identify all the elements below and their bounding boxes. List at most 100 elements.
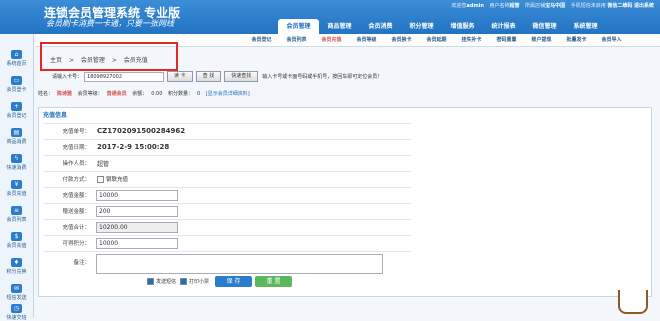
sidebar-item-register[interactable]: + 会员登记	[0, 102, 33, 119]
username: admin	[466, 3, 484, 9]
sidebar-item-card[interactable]: ▭ 会员登卡	[0, 76, 33, 93]
balance-label: 余额：	[132, 91, 148, 97]
amount-input[interactable]: 10000	[96, 190, 178, 201]
scan-hint: 输入卡号或卡面号码或手机号，按回车即可定位会员！	[262, 74, 383, 80]
nav-reports[interactable]: 统计报表	[483, 19, 524, 34]
store-label: 所属店铺	[525, 3, 546, 9]
note-textarea[interactable]	[96, 254, 383, 274]
lightning-icon: ϟ	[11, 154, 22, 163]
subnav-change-card[interactable]: 会员换卡	[384, 34, 419, 46]
member-name: 陈诗雅	[57, 91, 73, 97]
subnav-register[interactable]: 会员登记	[244, 34, 279, 46]
form-row-note: 备注：	[43, 251, 411, 276]
subnav-batch-issue[interactable]: 批量发卡	[559, 34, 594, 46]
nav-value-added[interactable]: 增值服务	[442, 19, 483, 34]
form-row-order: 充值单号： CZ1702091500284962	[43, 123, 411, 139]
user-role: 超管	[509, 3, 520, 9]
recharge-panel: 充值信息 充值单号： CZ1702091500284962 充值日期： 2017…	[38, 107, 652, 297]
subnav-withdraw[interactable]: 账户提现	[524, 34, 559, 46]
nav-system[interactable]: 系统管理	[565, 19, 606, 34]
sidebar-item-home[interactable]: ⌂ 系统首页	[0, 50, 33, 67]
reset-button[interactable]: 重 置	[255, 276, 293, 287]
nav-wechat[interactable]: 微信管理	[524, 19, 565, 34]
points-input[interactable]: 10000	[96, 238, 178, 249]
payment-label: 付款方式：	[62, 177, 90, 183]
payment-checkbox[interactable]	[97, 176, 104, 183]
points-earn-label: 可得积分：	[62, 241, 90, 247]
sidebar-item-goods-consume[interactable]: ▤ 商品消费	[0, 128, 33, 145]
total-input: 10200.00	[96, 222, 178, 233]
clock-icon: ◷	[11, 304, 22, 313]
quick-search-button[interactable]: 快速查找	[224, 71, 259, 82]
nav-points[interactable]: 积分管理	[401, 19, 442, 34]
logout-link[interactable]: 退出系统	[634, 3, 654, 9]
read-card-button[interactable]: 读 卡	[167, 71, 193, 82]
member-detail-link[interactable]: [显示会员详细资料]	[206, 91, 250, 97]
sms-checkbox[interactable]	[147, 278, 154, 285]
panel-title: 充值信息	[43, 112, 68, 119]
card-number-input[interactable]: 18098927002	[84, 71, 165, 82]
card-icon: ▭	[11, 76, 22, 85]
wechat-qr-link[interactable]: 微信二维码	[607, 3, 632, 9]
form-row-operator: 操作人员： 超管	[43, 155, 411, 171]
member-points: 0	[197, 91, 201, 97]
subnav-extend[interactable]: 会员延期	[419, 34, 454, 46]
app-slogan: 会员刷卡消费一卡通，只要一张网线	[46, 19, 174, 28]
sidebar-item-recharge[interactable]: ¥ 会员充值	[0, 180, 33, 197]
sidebar-item-quick-consume[interactable]: ϟ 快速消费	[0, 154, 33, 171]
form-row-gift: 赠送金额： 200	[43, 203, 411, 219]
sidebar-item-recharge-2[interactable]: $ 会员充值	[0, 232, 33, 249]
card-number-label: 请输入卡号：	[52, 74, 83, 80]
form-row-date: 充值日期： 2017-2-9 15:00:28	[43, 139, 411, 155]
member-info-row: 姓名： 陈诗雅 会员等级： 普通会员 余额： 0.00 积分数量： 0 [显示会员详细资…	[38, 90, 254, 97]
form-actions: 发送短信 打印小票 保 存 重 置	[147, 276, 293, 287]
operator-name: 超管	[97, 161, 110, 168]
coffee-cup-icon	[618, 290, 648, 314]
user-add-icon: +	[11, 102, 22, 111]
cart-icon: ▤	[11, 128, 22, 137]
save-button[interactable]: 保 存	[215, 276, 253, 287]
sms-status: 手机短信未启用	[570, 3, 606, 9]
sidebar: ⌂ 系统首页 ▭ 会员登卡 + 会员登记 ▤ 商品消费 ϟ 快速消费 ¥ 会员充值 ≡ 会员列…	[0, 34, 34, 321]
nav-consume[interactable]: 会员消费	[360, 19, 401, 34]
sms-check-label: 发送短信	[156, 279, 177, 285]
form-row-total: 充值合计： 10200.00	[43, 219, 411, 235]
breadcrumb-highlight-box	[40, 42, 178, 71]
gift-input[interactable]: 200	[96, 206, 178, 217]
home-icon: ⌂	[11, 50, 22, 59]
recharge-date: 2017-2-9 15:00:28	[97, 143, 170, 151]
card-scan-row: 请输入卡号： 18098927002 读 卡 查 找 快速查找 输入卡号或卡面号…	[52, 71, 382, 82]
form-row-amount: 充值金额： 10000	[43, 187, 411, 203]
subnav-list[interactable]: 会员列表	[279, 34, 314, 46]
user-role-label: 用户名称	[489, 3, 510, 9]
subnav-import[interactable]: 会员导入	[594, 34, 629, 46]
print-checkbox[interactable]	[180, 278, 188, 285]
subnav-level[interactable]: 会员等级	[349, 34, 384, 46]
nav-member[interactable]: 会员管理	[278, 19, 319, 34]
points-label: 积分数量：	[168, 91, 194, 97]
sidebar-item-shift[interactable]: ◷ 快速交班	[0, 304, 33, 321]
total-label: 充值合计：	[62, 225, 90, 231]
sidebar-item-member-list[interactable]: ≡ 会员列表	[0, 206, 33, 223]
main-nav: 会员管理 商品管理 会员消费 积分管理 增值服务 统计报表 微信管理 系统管理	[278, 19, 606, 34]
nav-goods[interactable]: 商品管理	[319, 19, 360, 34]
top-info-bar: 欢迎您admin 用户名称超管 所属店铺宝马中国 手机短信未启用 微信二维码 退…	[447, 2, 654, 9]
list-icon: ≡	[11, 206, 22, 215]
date-label: 充值日期：	[62, 145, 90, 151]
welcome-text: 欢迎您	[451, 3, 467, 9]
payment-option[interactable]: 银联充值	[97, 175, 128, 183]
form-row-points: 可得积分： 10000	[43, 235, 411, 251]
coin-icon: $	[11, 232, 22, 241]
sms-icon: ✉	[11, 284, 22, 293]
amount-label: 充值金额：	[62, 193, 90, 199]
sidebar-item-points-exchange[interactable]: ♦ 积分兑换	[0, 258, 33, 275]
subnav-report-loss[interactable]: 挂失补卡	[454, 34, 489, 46]
subnav-recharge[interactable]: 会员充值	[314, 34, 349, 46]
sidebar-item-sms[interactable]: ✉ 短信发送	[0, 284, 33, 301]
subnav-reset-password[interactable]: 密码重置	[489, 34, 524, 46]
order-label: 充值单号：	[62, 129, 90, 135]
search-button[interactable]: 查 找	[195, 71, 222, 82]
gift-icon: ♦	[11, 258, 22, 267]
header-bar: 连锁会员管理系统 专业版 会员刷卡消费一卡通，只要一张网线 欢迎您admin 用…	[0, 0, 660, 34]
member-level: 普通会员	[106, 91, 127, 97]
